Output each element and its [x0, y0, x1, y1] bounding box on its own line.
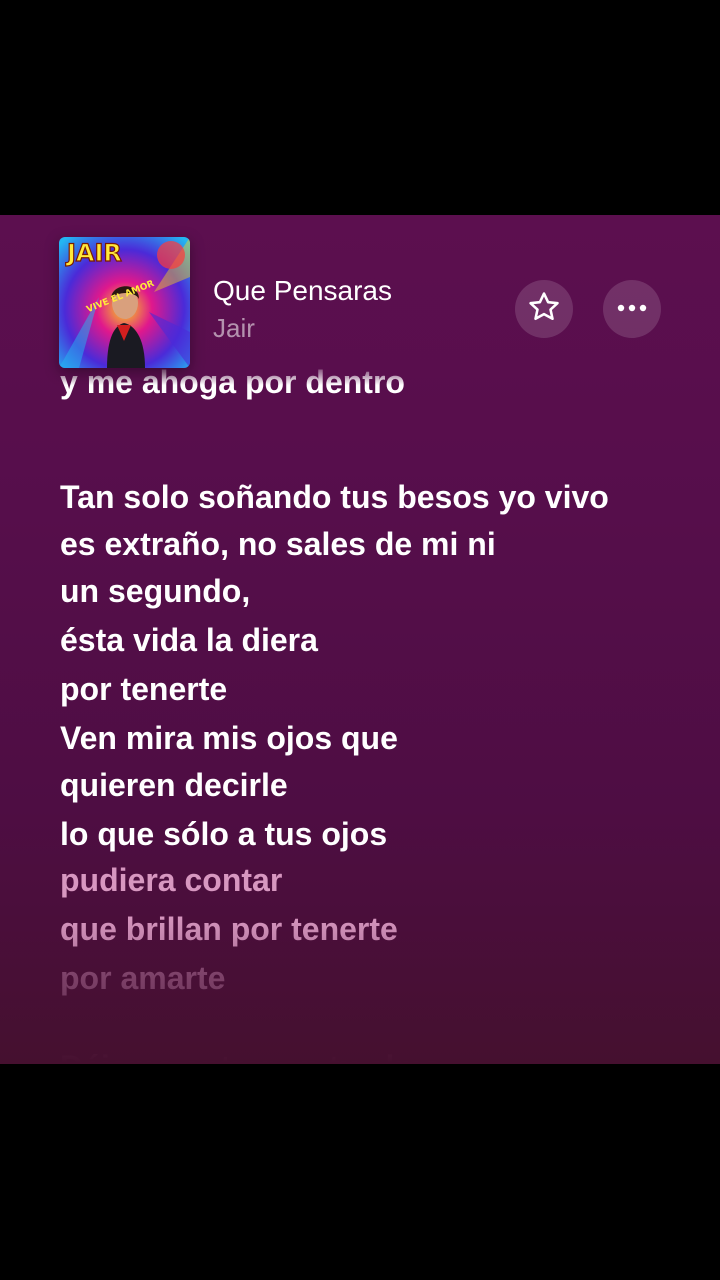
lyric-line[interactable]: pudiera contar — [60, 860, 282, 900]
star-outline-icon — [527, 290, 561, 329]
favorite-button[interactable] — [515, 280, 573, 338]
song-title[interactable]: Que Pensaras — [213, 275, 392, 307]
lyric-line[interactable]: Ven mira mis ojos que — [60, 718, 398, 758]
album-art-logo: JAIR — [65, 239, 122, 267]
lyric-line[interactable]: ésta vida la diera — [60, 620, 318, 660]
lyrics-player: y me ahoga por dentro Tan solo soñando t… — [0, 215, 720, 1064]
lyric-line[interactable]: lo que sólo a tus ojos — [60, 814, 387, 854]
artist-name[interactable]: Jair — [213, 313, 255, 344]
lyric-line[interactable]: por amarte — [60, 958, 225, 998]
screen: y me ahoga por dentro Tan solo soñando t… — [0, 0, 720, 1280]
lyric-line[interactable]: un segundo, — [60, 571, 250, 611]
lyric-line[interactable]: Déjame entrar en tu alma — [60, 1047, 441, 1064]
lyric-line[interactable]: que brillan por tenerte — [60, 909, 398, 949]
lyric-line[interactable]: por tenerte — [60, 669, 227, 709]
album-art[interactable]: VIVE EL AMOR JAIR — [59, 237, 190, 368]
more-options-button[interactable] — [603, 280, 661, 338]
now-playing-header: VIVE EL AMOR JAIR Que Pensaras Jair — [0, 215, 720, 375]
lyric-line[interactable]: quieren decirle — [60, 765, 288, 805]
ellipsis-icon — [615, 300, 649, 318]
lyric-line[interactable]: es extraño, no sales de mi ni — [60, 524, 496, 564]
lyric-line[interactable]: Tan solo soñando tus besos yo vivo — [60, 477, 609, 517]
